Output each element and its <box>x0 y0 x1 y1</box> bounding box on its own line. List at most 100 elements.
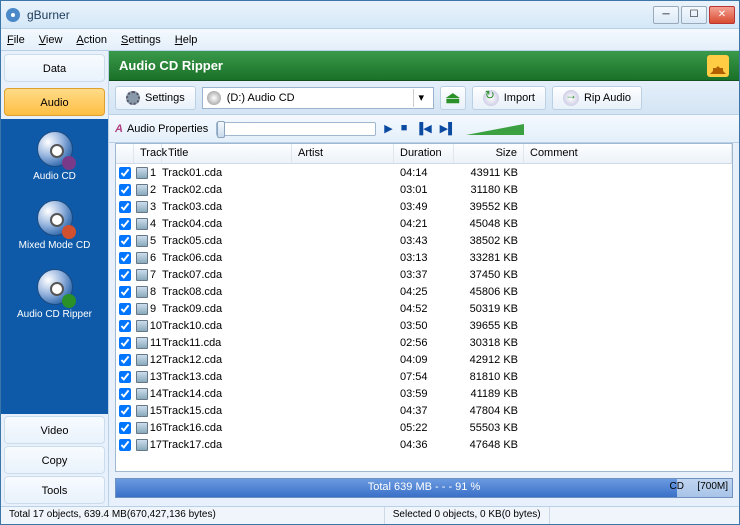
table-row[interactable]: 1Track01.cda04:1443911 KB <box>116 164 732 181</box>
track-size: 31180 KB <box>454 184 524 196</box>
col-duration[interactable]: Duration <box>394 144 454 163</box>
col-check[interactable] <box>116 144 134 163</box>
track-title: Track10.cda <box>162 320 292 332</box>
next-button[interactable]: ▶▌ <box>440 122 456 135</box>
sidebar-tab-audio[interactable]: Audio <box>4 88 105 116</box>
table-row[interactable]: 13Track13.cda07:5481810 KB <box>116 368 732 385</box>
player-controls: ▶ ■ ▐◀ ▶▌ <box>384 122 456 135</box>
track-checkbox[interactable] <box>119 337 131 349</box>
drive-select[interactable]: (D:) Audio CD ▾ <box>202 87 434 109</box>
file-icon <box>136 422 148 434</box>
track-number: 10 <box>150 320 162 332</box>
menu-help[interactable]: Help <box>175 34 198 46</box>
track-checkbox[interactable] <box>119 235 131 247</box>
table-row[interactable]: 11Track11.cda02:5630318 KB <box>116 334 732 351</box>
eject-button[interactable]: ⏏ <box>440 86 466 110</box>
col-size[interactable]: Size <box>454 144 524 163</box>
table-row[interactable]: 9Track09.cda04:5250319 KB <box>116 300 732 317</box>
track-checkbox[interactable] <box>119 320 131 332</box>
file-icon <box>136 201 148 213</box>
sidebar-tab-video[interactable]: Video <box>4 416 105 444</box>
track-number: 12 <box>150 354 162 366</box>
track-checkbox[interactable] <box>119 184 131 196</box>
track-number: 17 <box>150 439 162 451</box>
main-header: Audio CD Ripper <box>109 51 739 81</box>
track-checkbox[interactable] <box>119 252 131 264</box>
table-row[interactable]: 3Track03.cda03:4939552 KB <box>116 198 732 215</box>
track-size: 50319 KB <box>454 303 524 315</box>
track-checkbox[interactable] <box>119 167 131 179</box>
menu-view[interactable]: View <box>39 34 63 46</box>
table-row[interactable]: 5Track05.cda03:4338502 KB <box>116 232 732 249</box>
sidebar-tab-tools[interactable]: Tools <box>4 476 105 504</box>
stop-button[interactable]: ■ <box>401 122 408 135</box>
track-checkbox[interactable] <box>119 422 131 434</box>
sidebar-item-mixed-mode[interactable]: Mixed Mode CD <box>1 194 108 263</box>
track-title: Track14.cda <box>162 388 292 400</box>
track-size: 47648 KB <box>454 439 524 451</box>
track-title: Track08.cda <box>162 286 292 298</box>
track-title: Track12.cda <box>162 354 292 366</box>
table-row[interactable]: 12Track12.cda04:0942912 KB <box>116 351 732 368</box>
audio-properties-button[interactable]: A Audio Properties <box>115 123 208 135</box>
track-checkbox[interactable] <box>119 303 131 315</box>
track-size: 30318 KB <box>454 337 524 349</box>
col-track[interactable]: Track <box>134 144 162 163</box>
seek-slider[interactable] <box>216 122 376 136</box>
track-checkbox[interactable] <box>119 405 131 417</box>
col-artist[interactable]: Artist <box>292 144 394 163</box>
track-checkbox[interactable] <box>119 354 131 366</box>
prev-button[interactable]: ▐◀ <box>415 122 431 135</box>
statusbar: Total 17 objects, 639.4 MB(670,427,136 b… <box>1 506 739 524</box>
track-checkbox[interactable] <box>119 269 131 281</box>
play-button[interactable]: ▶ <box>384 122 392 135</box>
status-total: Total 17 objects, 639.4 MB(670,427,136 b… <box>1 507 385 524</box>
track-checkbox[interactable] <box>119 201 131 213</box>
close-button[interactable]: ✕ <box>709 6 735 24</box>
track-checkbox[interactable] <box>119 286 131 298</box>
table-row[interactable]: 16Track16.cda05:2255503 KB <box>116 419 732 436</box>
track-checkbox[interactable] <box>119 371 131 383</box>
track-duration: 03:37 <box>394 269 454 281</box>
sidebar-tab-copy[interactable]: Copy <box>4 446 105 474</box>
sidebar-tab-data[interactable]: Data <box>4 54 105 82</box>
import-label: Import <box>504 92 535 104</box>
col-comment[interactable]: Comment <box>524 144 732 163</box>
settings-button[interactable]: Settings <box>115 86 196 110</box>
track-checkbox[interactable] <box>119 388 131 400</box>
toolbar-secondary: A Audio Properties ▶ ■ ▐◀ ▶▌ <box>109 115 739 143</box>
track-number: 8 <box>150 286 156 298</box>
table-row[interactable]: 10Track10.cda03:5039655 KB <box>116 317 732 334</box>
sidebar-item-ripper[interactable]: Audio CD Ripper <box>1 263 108 332</box>
chevron-down-icon: ▾ <box>413 89 429 107</box>
menu-settings[interactable]: Settings <box>121 34 161 46</box>
track-size: 39655 KB <box>454 320 524 332</box>
audio-properties-label: Audio Properties <box>127 123 208 135</box>
gear-icon <box>126 91 140 105</box>
table-row[interactable]: 14Track14.cda03:5941189 KB <box>116 385 732 402</box>
menu-file[interactable]: File <box>7 34 25 46</box>
track-checkbox[interactable] <box>119 439 131 451</box>
menu-action[interactable]: Action <box>76 34 107 46</box>
maximize-button[interactable]: ☐ <box>681 6 707 24</box>
table-row[interactable]: 4Track04.cda04:2145048 KB <box>116 215 732 232</box>
table-row[interactable]: 6Track06.cda03:1333281 KB <box>116 249 732 266</box>
track-checkbox[interactable] <box>119 218 131 230</box>
volume-slider[interactable] <box>464 123 524 135</box>
file-icon <box>136 303 148 315</box>
track-size: 33281 KB <box>454 252 524 264</box>
rip-audio-button[interactable]: Rip Audio <box>552 86 642 110</box>
table-row[interactable]: 2Track02.cda03:0131180 KB <box>116 181 732 198</box>
sidebar-item-label: Audio CD <box>1 171 108 182</box>
table-row[interactable]: 15Track15.cda04:3747804 KB <box>116 402 732 419</box>
main-area: Audio CD Ripper Settings (D:) Audio CD ▾… <box>109 51 739 506</box>
home-button[interactable] <box>707 55 729 77</box>
table-row[interactable]: 8Track08.cda04:2545806 KB <box>116 283 732 300</box>
sidebar-item-audio-cd[interactable]: Audio CD <box>1 125 108 194</box>
col-title[interactable]: Title <box>162 144 292 163</box>
minimize-button[interactable]: ─ <box>653 6 679 24</box>
table-row[interactable]: 7Track07.cda03:3737450 KB <box>116 266 732 283</box>
track-size: 43911 KB <box>454 167 524 179</box>
table-row[interactable]: 17Track17.cda04:3647648 KB <box>116 436 732 453</box>
import-button[interactable]: Import <box>472 86 546 110</box>
